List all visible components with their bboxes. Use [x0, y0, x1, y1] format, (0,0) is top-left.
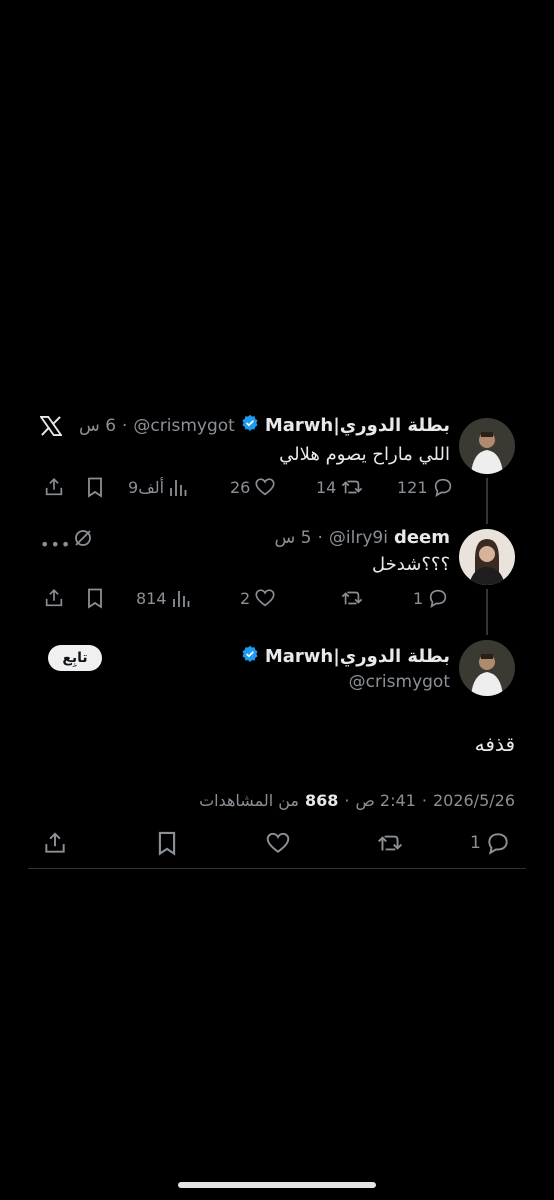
- handle[interactable]: @crismygot: [349, 672, 450, 692]
- separator-dot: ·: [344, 791, 350, 810]
- handle[interactable]: @crismygot: [133, 416, 234, 436]
- reply-count: 1: [413, 588, 424, 608]
- bookmark-button[interactable]: [85, 476, 105, 498]
- screen: بطلة الدوري|Marwh @crismygot · 6 س اللي …: [0, 0, 554, 1200]
- tweet-header: بطلة الدوري|Marwh @crismygot · 6 س: [79, 414, 450, 437]
- follow-button[interactable]: تابِع: [48, 645, 102, 671]
- views-count: 868: [304, 791, 339, 810]
- share-button[interactable]: [42, 830, 68, 856]
- retweet-icon: [378, 835, 402, 851]
- like-button[interactable]: [265, 830, 291, 856]
- reply-icon: [430, 589, 447, 608]
- x-logo-icon[interactable]: [39, 416, 63, 440]
- retweet-button[interactable]: [376, 830, 404, 856]
- share-button[interactable]: [43, 476, 65, 498]
- reply-button[interactable]: 1: [413, 587, 449, 609]
- bookmark-icon: [158, 831, 176, 856]
- avatar[interactable]: [459, 418, 515, 474]
- separator-dot: ·: [421, 791, 427, 810]
- share-icon: [45, 832, 65, 853]
- reply-count: 1: [470, 833, 481, 853]
- reply-count: 121: [397, 477, 428, 497]
- share-icon: [45, 478, 63, 496]
- views-button[interactable]: 814: [136, 587, 191, 609]
- share-button[interactable]: [43, 587, 65, 609]
- like-button[interactable]: 2: [240, 587, 276, 609]
- display-name[interactable]: deem: [394, 527, 450, 548]
- reply-icon: [434, 478, 451, 497]
- views-icon: [172, 591, 189, 607]
- verified-badge-icon: [241, 645, 259, 668]
- bookmark-button[interactable]: [85, 587, 105, 609]
- timestamp[interactable]: 5 س: [275, 528, 312, 548]
- views-icon: [170, 480, 187, 496]
- retweet-icon: [341, 591, 363, 605]
- thread-line: [486, 589, 488, 635]
- timestamp[interactable]: 6 س: [79, 416, 116, 436]
- tweet-clock[interactable]: 2:41 ص: [355, 791, 415, 810]
- share-icon: [45, 589, 63, 607]
- divider: [28, 868, 526, 869]
- separator-dot: ·: [122, 415, 128, 436]
- handle[interactable]: @ilry9i: [329, 528, 388, 548]
- tweet-text: ؟؟؟شدخل: [372, 554, 450, 575]
- reply-icon: [488, 833, 508, 855]
- verified-badge-icon: [241, 414, 259, 437]
- bookmark-button[interactable]: [155, 830, 179, 856]
- views-count: 814: [136, 588, 167, 608]
- views-button[interactable]: 9ألف: [128, 476, 188, 498]
- like-icon: [266, 832, 290, 853]
- like-count: 26: [230, 477, 251, 497]
- reply-button[interactable]: 1: [470, 830, 511, 856]
- display-name[interactable]: بطلة الدوري|Marwh: [265, 415, 450, 436]
- bookmark-icon: [88, 588, 102, 609]
- tweet-header: بطلة الدوري|Marwh: [241, 645, 450, 668]
- retweet-count: 14: [316, 477, 337, 497]
- tweet-text: قذفه: [474, 732, 515, 756]
- views-count: 9ألف: [128, 477, 165, 497]
- like-icon: [255, 589, 275, 607]
- separator-dot: ·: [317, 527, 323, 548]
- more-icon[interactable]: •••: [40, 535, 71, 554]
- avatar[interactable]: [459, 529, 515, 585]
- thread-line: [486, 478, 488, 524]
- display-name[interactable]: بطلة الدوري|Marwh: [265, 646, 450, 667]
- tweet-text: اللي ماراح يصوم هلالي: [279, 444, 450, 465]
- tweet-header: deem @ilry9i · 5 س: [275, 527, 451, 548]
- tweet-date[interactable]: 2026/5/26: [433, 791, 515, 810]
- avatar[interactable]: [459, 640, 515, 696]
- bookmark-icon: [88, 477, 102, 498]
- like-button[interactable]: 26: [230, 476, 276, 498]
- retweet-button[interactable]: [340, 587, 364, 609]
- reply-button[interactable]: 121: [397, 476, 454, 498]
- retweet-icon: [342, 480, 363, 494]
- grok-icon[interactable]: [73, 528, 93, 552]
- like-icon: [255, 478, 275, 496]
- home-indicator[interactable]: [178, 1182, 376, 1188]
- retweet-button[interactable]: 14: [316, 476, 364, 498]
- like-count: 2: [240, 588, 251, 608]
- tweet-meta: 2026/5/26 · 2:41 ص · 868 من المشاهدات: [199, 791, 515, 810]
- views-label: من المشاهدات: [199, 791, 299, 810]
